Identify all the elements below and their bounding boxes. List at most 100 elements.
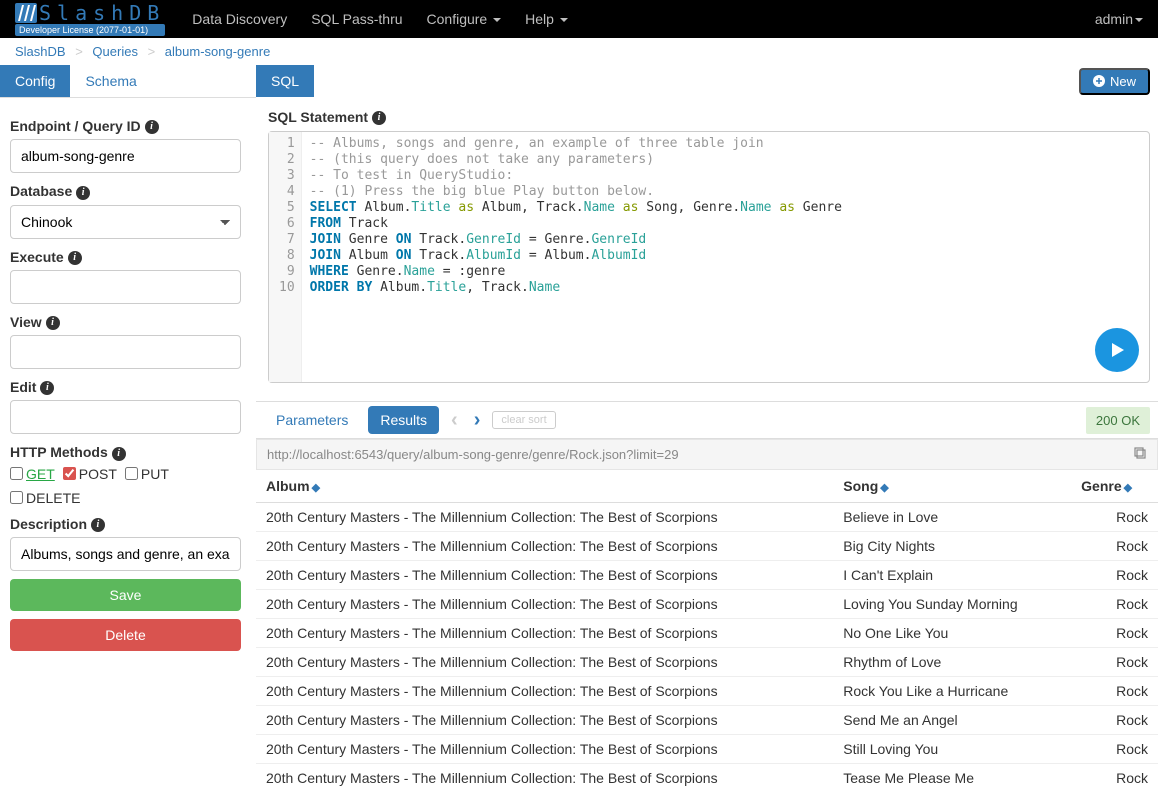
cell-song: Rhythm of Love: [833, 648, 1071, 677]
info-icon[interactable]: i: [40, 381, 54, 395]
tab-schema[interactable]: Schema: [70, 65, 151, 97]
plus-icon: [1093, 75, 1105, 87]
cell-song: Loving You Sunday Morning: [833, 590, 1071, 619]
execute-input[interactable]: [10, 270, 241, 304]
http-methods-label: HTTP Methods i: [10, 444, 241, 460]
nav-data-discovery[interactable]: Data Discovery: [180, 11, 299, 27]
tab-config[interactable]: Config: [0, 65, 70, 97]
view-input[interactable]: [10, 335, 241, 369]
method-get-label[interactable]: GET: [26, 466, 55, 482]
edit-label: Edit i: [10, 379, 241, 395]
breadcrumb-root[interactable]: SlashDB: [15, 44, 66, 59]
info-icon[interactable]: i: [68, 251, 82, 265]
cell-genre: Rock: [1071, 677, 1158, 706]
method-delete-label: DELETE: [26, 490, 80, 506]
cell-song: Big City Nights: [833, 532, 1071, 561]
cell-genre: Rock: [1071, 735, 1158, 764]
col-song[interactable]: Song◆: [833, 470, 1071, 503]
cell-album: 20th Century Masters - The Millennium Co…: [256, 764, 833, 791]
table-row: 20th Century Masters - The Millennium Co…: [256, 677, 1158, 706]
play-button[interactable]: [1095, 328, 1139, 372]
cell-song: Rock You Like a Hurricane: [833, 677, 1071, 706]
license-badge: Developer License (2077-01-01): [15, 24, 165, 36]
save-button[interactable]: Save: [10, 579, 241, 611]
content-area: SQL New SQL Statement i 12345678910 -- A…: [256, 65, 1158, 790]
clear-sort-button[interactable]: clear sort: [492, 411, 555, 429]
info-icon[interactable]: i: [112, 447, 126, 461]
new-button[interactable]: New: [1079, 68, 1150, 95]
description-input[interactable]: [10, 537, 241, 571]
cell-genre: Rock: [1071, 532, 1158, 561]
table-row: 20th Century Masters - The Millennium Co…: [256, 561, 1158, 590]
method-post-checkbox[interactable]: [63, 467, 76, 480]
cell-genre: Rock: [1071, 706, 1158, 735]
cell-album: 20th Century Masters - The Millennium Co…: [256, 532, 833, 561]
nav-help[interactable]: Help: [513, 11, 580, 27]
method-put-checkbox[interactable]: [125, 467, 138, 480]
endpoint-input[interactable]: [10, 139, 241, 173]
cell-album: 20th Century Masters - The Millennium Co…: [256, 648, 833, 677]
sql-statement-label: SQL Statement i: [268, 109, 1150, 125]
tab-results[interactable]: Results: [368, 406, 439, 434]
cell-song: Still Loving You: [833, 735, 1071, 764]
cell-album: 20th Century Masters - The Millennium Co…: [256, 677, 833, 706]
tab-parameters[interactable]: Parameters: [264, 406, 360, 434]
cell-album: 20th Century Masters - The Millennium Co…: [256, 561, 833, 590]
table-row: 20th Century Masters - The Millennium Co…: [256, 735, 1158, 764]
breadcrumb-queries[interactable]: Queries: [92, 44, 138, 59]
execute-label: Execute i: [10, 249, 241, 265]
col-genre[interactable]: Genre◆: [1071, 470, 1158, 503]
play-icon: [1107, 340, 1127, 360]
table-row: 20th Century Masters - The Millennium Co…: [256, 764, 1158, 791]
prev-page-arrow[interactable]: ‹: [447, 409, 462, 432]
tab-sql[interactable]: SQL: [256, 65, 314, 97]
cell-album: 20th Century Masters - The Millennium Co…: [256, 706, 833, 735]
table-row: 20th Century Masters - The Millennium Co…: [256, 619, 1158, 648]
next-page-arrow[interactable]: ›: [470, 409, 485, 432]
method-get-checkbox[interactable]: [10, 467, 23, 480]
view-label: View i: [10, 314, 241, 330]
copy-icon[interactable]: [1133, 446, 1147, 463]
sql-code[interactable]: -- Albums, songs and genre, an example o…: [302, 132, 1149, 382]
cell-genre: Rock: [1071, 503, 1158, 532]
line-gutter: 12345678910: [269, 132, 302, 382]
info-icon[interactable]: i: [76, 186, 90, 200]
sort-icon: ◆: [1124, 482, 1132, 494]
cell-song: Believe in Love: [833, 503, 1071, 532]
sql-editor[interactable]: 12345678910 -- Albums, songs and genre, …: [268, 131, 1150, 383]
info-icon[interactable]: i: [145, 120, 159, 134]
caret-down-icon: [1135, 18, 1143, 22]
cell-album: 20th Century Masters - The Millennium Co…: [256, 503, 833, 532]
cell-album: 20th Century Masters - The Millennium Co…: [256, 735, 833, 764]
nav-user[interactable]: admin: [1095, 11, 1143, 27]
info-icon[interactable]: i: [46, 316, 60, 330]
endpoint-label: Endpoint / Query ID i: [10, 118, 241, 134]
cell-album: 20th Century Masters - The Millennium Co…: [256, 590, 833, 619]
database-select[interactable]: Chinook: [10, 205, 241, 239]
method-delete-checkbox[interactable]: [10, 491, 23, 504]
table-row: 20th Century Masters - The Millennium Co…: [256, 503, 1158, 532]
edit-input[interactable]: [10, 400, 241, 434]
brand[interactable]: SlashDB Developer License (2077-01-01): [15, 3, 165, 36]
cell-song: No One Like You: [833, 619, 1071, 648]
info-icon[interactable]: i: [91, 518, 105, 532]
nav-sql-passthru[interactable]: SQL Pass-thru: [299, 11, 414, 27]
cell-song: Tease Me Please Me: [833, 764, 1071, 791]
nav-configure[interactable]: Configure: [415, 11, 514, 27]
table-row: 20th Century Masters - The Millennium Co…: [256, 706, 1158, 735]
delete-button[interactable]: Delete: [10, 619, 241, 651]
table-row: 20th Century Masters - The Millennium Co…: [256, 532, 1158, 561]
table-row: 20th Century Masters - The Millennium Co…: [256, 648, 1158, 677]
method-put-label: PUT: [141, 466, 169, 482]
breadcrumb-sep: >: [75, 44, 83, 59]
database-label: Database i: [10, 183, 241, 199]
cell-song: Send Me an Angel: [833, 706, 1071, 735]
brand-logo: SlashDB: [15, 3, 165, 23]
cell-genre: Rock: [1071, 561, 1158, 590]
col-album[interactable]: Album◆: [256, 470, 833, 503]
cell-genre: Rock: [1071, 648, 1158, 677]
cell-album: 20th Century Masters - The Millennium Co…: [256, 619, 833, 648]
navbar: SlashDB Developer License (2077-01-01) D…: [0, 0, 1158, 38]
caret-down-icon: [493, 18, 501, 22]
info-icon[interactable]: i: [372, 111, 386, 125]
